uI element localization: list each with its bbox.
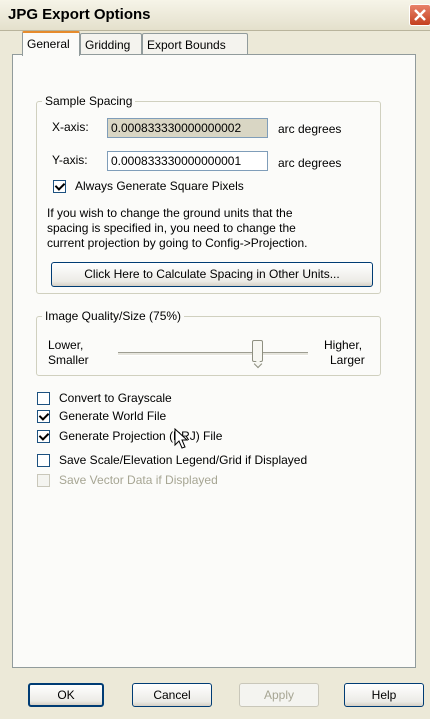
grayscale-checkbox[interactable]	[37, 392, 50, 405]
tab-general[interactable]: General	[22, 31, 80, 56]
quality-low-label-2: Smaller	[48, 353, 89, 367]
tab-export-bounds[interactable]: Export Bounds	[142, 33, 248, 55]
x-axis-input[interactable]	[107, 118, 268, 138]
mouse-pointer-icon	[174, 428, 189, 449]
title-bar: JPG Export Options	[0, 0, 430, 31]
help-button[interactable]: Help	[344, 683, 424, 707]
ok-button[interactable]: OK	[28, 683, 104, 707]
quality-slider-thumb[interactable]	[252, 340, 264, 362]
quality-slider-track[interactable]	[118, 352, 308, 356]
quality-high-label-1: Higher,	[324, 338, 363, 352]
projection-info-text: If you wish to change the ground units t…	[47, 206, 308, 250]
y-axis-unit: arc degrees	[278, 156, 342, 170]
window-title: JPG Export Options	[8, 6, 151, 23]
square-pixels-checkbox[interactable]	[53, 180, 66, 193]
legend-grid-label: Save Scale/Elevation Legend/Grid if Disp…	[59, 453, 308, 467]
world-file-checkbox[interactable]	[37, 410, 50, 423]
calculate-spacing-button[interactable]: Click Here to Calculate Spacing in Other…	[51, 262, 373, 287]
x-axis-unit: arc degrees	[278, 122, 342, 136]
quality-high-label-2: Larger	[330, 353, 365, 367]
grayscale-label: Convert to Grayscale	[59, 391, 172, 405]
square-pixels-label: Always Generate Square Pixels	[75, 179, 244, 193]
legend-grid-checkbox[interactable]	[37, 454, 50, 467]
image-quality-label: Image Quality/Size (75%)	[42, 309, 185, 323]
apply-button: Apply	[239, 683, 319, 707]
projection-file-checkbox[interactable]	[37, 430, 50, 443]
y-axis-label: Y-axis:	[52, 153, 88, 167]
y-axis-input[interactable]	[107, 151, 268, 171]
x-axis-label: X-axis:	[52, 120, 89, 134]
close-icon	[414, 9, 426, 21]
vector-data-label: Save Vector Data if Displayed	[59, 473, 218, 487]
projection-file-label: Generate Projection (PRJ) File	[59, 429, 223, 443]
cancel-button[interactable]: Cancel	[132, 683, 212, 707]
quality-low-label-1: Lower,	[48, 338, 84, 352]
sample-spacing-label: Sample Spacing	[42, 94, 136, 108]
close-button[interactable]	[409, 4, 430, 26]
vector-data-checkbox	[37, 474, 50, 487]
world-file-label: Generate World File	[59, 409, 167, 423]
tab-gridding[interactable]: Gridding	[80, 33, 142, 55]
